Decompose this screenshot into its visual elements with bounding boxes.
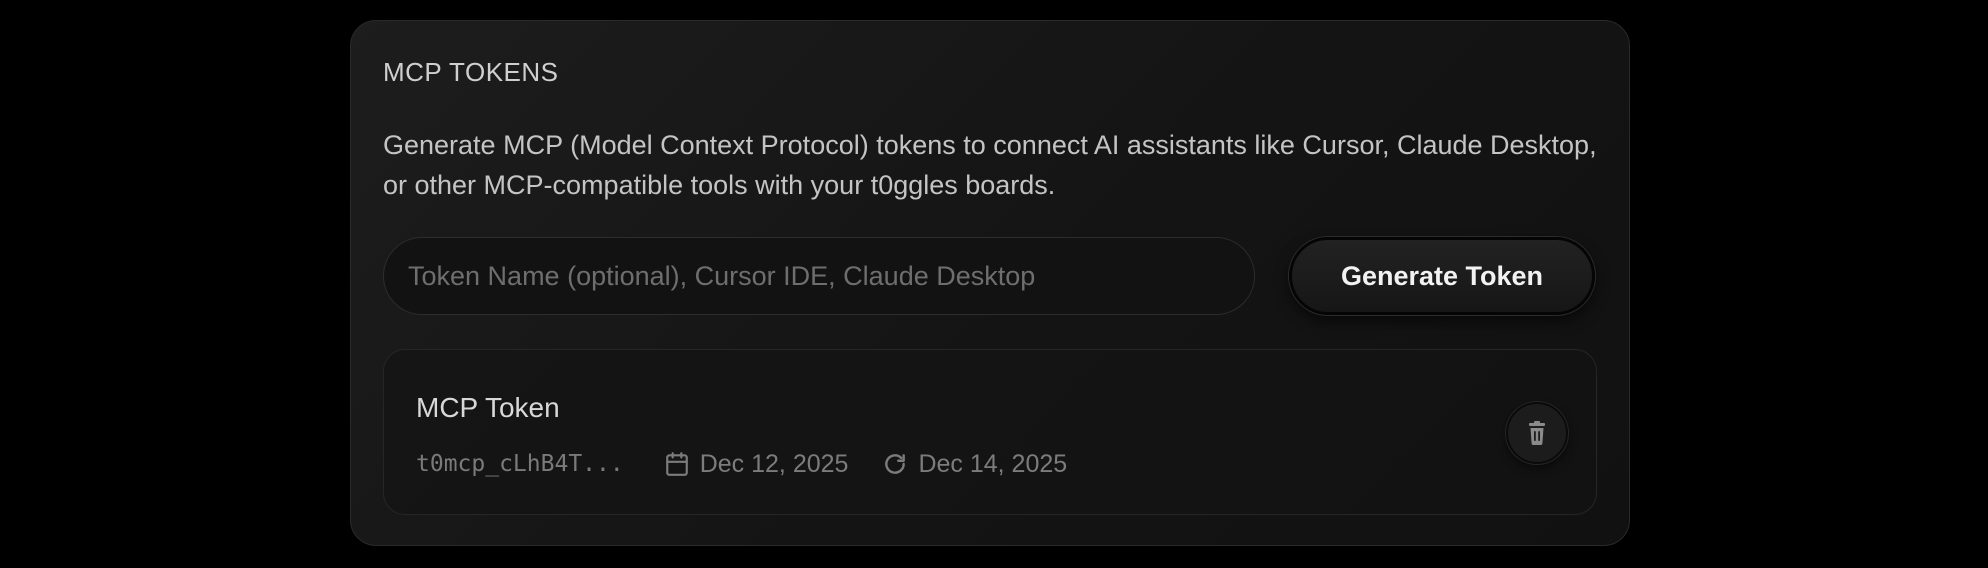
section-title: MCP TOKENS xyxy=(383,57,559,87)
section-description: Generate MCP (Model Context Protocol) to… xyxy=(383,130,1597,200)
token-prefix: t0mcp_cLhB4T... xyxy=(416,451,624,477)
token-last-used-date: Dec 14, 2025 xyxy=(918,449,1068,478)
delete-token-button[interactable] xyxy=(1506,402,1568,464)
trash-icon xyxy=(1525,420,1549,446)
token-name-input[interactable] xyxy=(383,237,1255,315)
token-list-item: MCP Token t0mcp_cLhB4T... Dec 12, 2025 D… xyxy=(383,349,1597,515)
refresh-icon xyxy=(882,451,908,477)
token-name: MCP Token xyxy=(416,392,560,423)
token-meta: t0mcp_cLhB4T... Dec 12, 2025 Dec 14, 202… xyxy=(416,446,1101,482)
generate-token-button[interactable]: Generate Token xyxy=(1289,237,1595,315)
mcp-tokens-card: MCP TOKENS Generate MCP (Model Context P… xyxy=(350,20,1630,546)
token-created-date: Dec 12, 2025 xyxy=(699,449,849,478)
calendar-icon xyxy=(664,451,690,477)
